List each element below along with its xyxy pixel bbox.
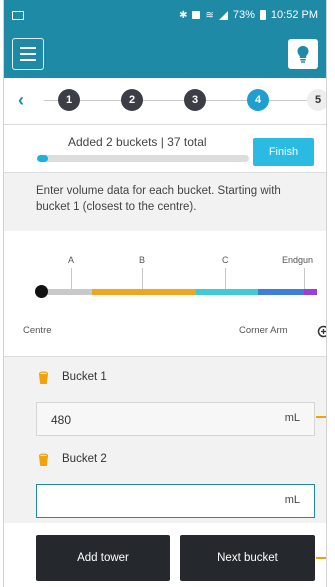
- bucket-1-volume-value: 480: [51, 413, 72, 427]
- instruction-text: Enter volume data for each bucket. Start…: [4, 173, 326, 231]
- step-progress: ‹ 1 2 3 4 5: [4, 78, 326, 125]
- bucket-2-volume-field[interactable]: mL: [36, 484, 315, 518]
- bucket-1-volume-field[interactable]: 480 mL: [36, 402, 315, 436]
- progress-fill: [37, 155, 49, 162]
- step-connector: [44, 100, 314, 101]
- zone-segment-endgun: [304, 289, 317, 295]
- zone-label-b: B: [139, 255, 146, 265]
- menu-line-icon: [20, 53, 36, 55]
- menu-button[interactable]: [12, 38, 44, 70]
- bucket-progress: Added 2 buckets | 37 total Finish: [4, 125, 326, 173]
- step-3[interactable]: 3: [184, 89, 206, 111]
- next-indicator-line: [316, 557, 326, 559]
- step-4[interactable]: 4: [247, 89, 269, 111]
- progress-text: Added 2 buckets | 37 total: [68, 135, 207, 149]
- zone-label-a: A: [68, 255, 75, 265]
- bucket-icon: [38, 371, 49, 384]
- app-screen: ✱ ≋ 73% 10:52 PM ‹ 1 2 3 4 5 Added 2 buc…: [3, 0, 327, 587]
- bucket-1-label: Bucket 1: [62, 371, 107, 383]
- step-5[interactable]: 5: [307, 89, 326, 111]
- battery-icon: [259, 10, 266, 20]
- add-tower-button[interactable]: Add tower: [36, 535, 170, 581]
- bucket-2-label: Bucket 2: [62, 453, 107, 465]
- zone-segment-a: [42, 289, 92, 295]
- status-right: ✱ ≋ 73% 10:52 PM: [179, 9, 318, 21]
- bucket-2-volume-input[interactable]: [45, 491, 249, 513]
- next-bucket-button[interactable]: Next bucket: [180, 535, 315, 581]
- bottom-action-bar: Add tower Next bucket: [4, 523, 326, 587]
- menu-line-icon: [20, 59, 36, 61]
- bucket-1-unit: mL: [284, 412, 300, 424]
- centre-label: Centre: [23, 325, 52, 336]
- bucket-icon: [38, 453, 49, 466]
- clock: 10:52 PM: [270, 9, 318, 21]
- step-1[interactable]: 1: [58, 89, 80, 111]
- screen-notification-icon: [12, 10, 24, 20]
- finish-button[interactable]: Finish: [253, 138, 314, 166]
- zone-segment-c: [196, 289, 258, 295]
- zone-tick: [71, 268, 72, 290]
- bucket-1-indicator-line: [316, 416, 326, 418]
- zone-tick: [142, 268, 143, 290]
- bucket-2-unit: mL: [284, 494, 300, 506]
- zone-segment-b: [92, 289, 196, 295]
- corner-arm-label: Corner Arm: [239, 325, 288, 336]
- vibrate-icon: [192, 11, 201, 19]
- progress-bar: [37, 155, 249, 162]
- zone-label-endgun: Endgun: [282, 255, 314, 265]
- battery-percent: 73%: [232, 9, 255, 21]
- step-2[interactable]: 2: [121, 89, 143, 111]
- status-left: [12, 10, 24, 20]
- zone-tick: [304, 268, 305, 290]
- zoom-in-icon[interactable]: [317, 325, 327, 341]
- lightbulb-icon: [297, 46, 309, 63]
- lightbulb-button[interactable]: [288, 39, 318, 69]
- status-bar: ✱ ≋ 73% 10:52 PM: [4, 0, 326, 30]
- zone-label-c: C: [222, 255, 229, 265]
- wifi-icon: ≋: [205, 9, 214, 21]
- menu-line-icon: [20, 47, 36, 49]
- centre-pivot-dot: [35, 285, 48, 298]
- app-header: [4, 30, 326, 78]
- bluetooth-icon: ✱: [179, 9, 188, 21]
- pivot-diagram: A B C Endgun Centre Corner Arm: [4, 231, 326, 357]
- bucket-form: Bucket 1 480 mL Bucket 2 mL: [4, 357, 326, 533]
- zone-segment-corner: [258, 289, 304, 295]
- signal-icon: [218, 10, 228, 20]
- zone-tick: [225, 268, 226, 290]
- back-chevron-icon[interactable]: ‹: [18, 90, 24, 111]
